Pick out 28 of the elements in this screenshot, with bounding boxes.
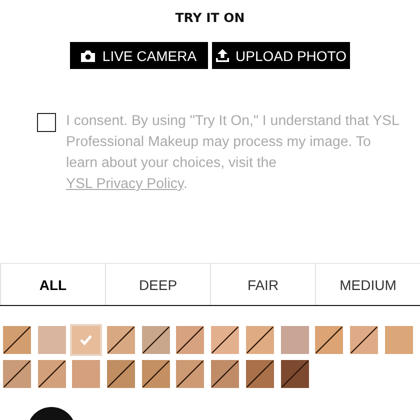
page-title: TRY IT ON: [174, 10, 246, 25]
live-camera-button[interactable]: LIVE CAMERA: [70, 42, 208, 69]
shade-swatch[interactable]: [280, 326, 308, 354]
shade-swatch[interactable]: [107, 326, 136, 354]
consent-checkbox[interactable]: [37, 113, 56, 132]
shade-swatch[interactable]: [38, 326, 66, 354]
shade-swatch[interactable]: [72, 360, 100, 388]
upload-icon: [216, 49, 228, 62]
shade-swatch[interactable]: [246, 326, 274, 354]
upload-photo-button[interactable]: UPLOAD PHOTO: [212, 42, 350, 69]
shade-swatch[interactable]: [38, 360, 66, 388]
shade-swatch[interactable]: [107, 360, 136, 388]
shade-swatch[interactable]: [280, 360, 308, 388]
camera-icon: [81, 50, 96, 62]
shade-swatch[interactable]: [72, 326, 100, 354]
shade-swatch[interactable]: [246, 360, 274, 388]
shade-swatch[interactable]: [3, 360, 31, 388]
shade-swatch[interactable]: [350, 326, 378, 354]
shade-swatch[interactable]: [142, 326, 170, 354]
shade-swatch[interactable]: [211, 360, 240, 388]
shade-swatch[interactable]: [176, 326, 204, 354]
shade-swatch[interactable]: [315, 326, 344, 354]
shade-swatch[interactable]: [384, 326, 413, 354]
consent-text: I consent. By using "Try It On," I understand that YSL Professional Makeup may process my image. To learn about your choices, visit the YSL Privacy Policy.: [66, 112, 400, 194]
shade-swatch[interactable]: [142, 360, 170, 388]
shade-swatch[interactable]: [211, 326, 240, 354]
shade-swatch[interactable]: [3, 326, 31, 354]
shade-swatch[interactable]: [176, 360, 204, 388]
